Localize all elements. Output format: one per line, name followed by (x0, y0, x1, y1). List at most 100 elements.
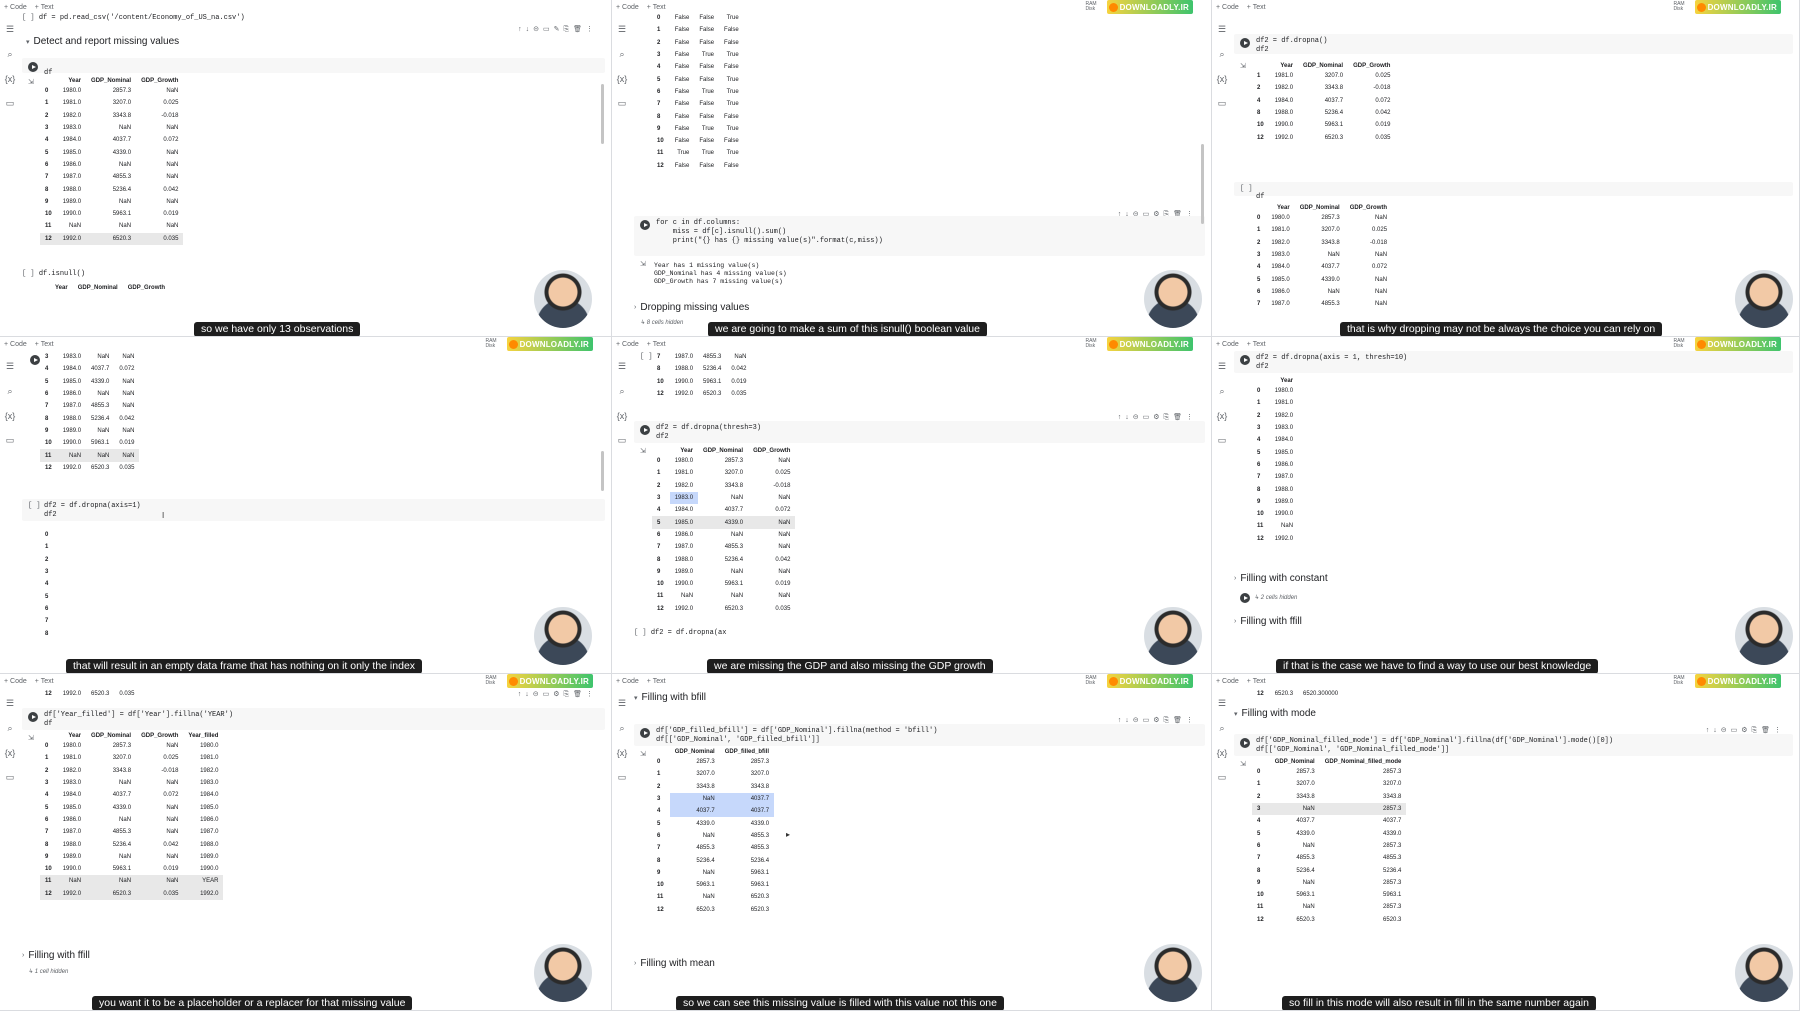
folder-icon[interactable]: ▭ (6, 435, 15, 446)
add-text-button[interactable]: + Text (647, 4, 666, 11)
run-cell-button[interactable] (1240, 355, 1250, 365)
section-header[interactable]: ▾ Filling with bfill (634, 692, 706, 703)
menu-icon[interactable]: ☰ (6, 361, 14, 372)
code-cell[interactable]: df['GDP_filled_bfill'] = df['GDP_Nominal… (634, 724, 1205, 746)
add-code-button[interactable]: + Code (4, 341, 27, 348)
add-text-button[interactable]: + Text (1247, 678, 1266, 685)
variables-icon[interactable]: {x} (5, 74, 16, 84)
code-cell[interactable]: [ ] df (1234, 182, 1793, 201)
section-header[interactable]: › Filling with ffill (22, 950, 90, 961)
run-cell-button[interactable] (28, 712, 38, 722)
code-cell[interactable]: df2 = df.dropna(thresh=3) df2 (634, 421, 1205, 443)
search-icon[interactable]: ⌕ (1219, 386, 1224, 397)
code-cell[interactable]: for c in df.columns: miss = df[c].isnull… (634, 216, 1205, 256)
isnull-cell[interactable]: [ ] df.isnull() (22, 270, 85, 279)
hidden-cells-note[interactable]: ↳ 1 cell hidden (28, 968, 68, 975)
run-cell-button[interactable] (30, 355, 40, 365)
collapse-caret-icon[interactable]: › (1234, 618, 1236, 625)
add-code-button[interactable]: + Code (1216, 4, 1239, 11)
search-icon[interactable]: ⌕ (619, 49, 624, 60)
menu-icon[interactable]: ☰ (1218, 361, 1226, 372)
add-code-button[interactable]: + Code (616, 4, 639, 11)
hidden-cells-note[interactable]: ↳ 8 cells hidden (640, 319, 683, 326)
collapse-caret-icon[interactable]: ▾ (634, 694, 638, 702)
folder-icon[interactable]: ▭ (6, 98, 15, 109)
collapse-caret-icon[interactable]: › (22, 952, 24, 959)
ram-disk-indicator[interactable]: RAM Disk (1673, 2, 1684, 12)
variables-icon[interactable]: {x} (1217, 411, 1228, 421)
ram-disk-indicator[interactable]: RAM Disk (1673, 676, 1684, 686)
ram-disk-indicator[interactable]: RAM Disk (485, 339, 496, 349)
menu-icon[interactable]: ☰ (618, 698, 626, 709)
code-cell[interactable]: df (22, 58, 605, 77)
add-text-button[interactable]: + Text (35, 4, 54, 11)
section-header[interactable]: › Filling with constant (1234, 573, 1328, 584)
code-line[interactable]: [ ] df = pd.read_csv('/content/Economy_o… (22, 14, 245, 23)
search-icon[interactable]: ⌕ (7, 723, 12, 734)
variables-icon[interactable]: {x} (5, 748, 16, 758)
folder-icon[interactable]: ▭ (1218, 772, 1227, 783)
folder-icon[interactable]: ▭ (1218, 98, 1227, 109)
cell-toolbar[interactable]: ↑↓⊝▭⚙⎘🗑⋮ (518, 690, 597, 699)
ram-disk-indicator[interactable]: RAM Disk (1085, 339, 1096, 349)
run-cell-button[interactable] (640, 425, 650, 435)
add-code-button[interactable]: + Code (4, 4, 27, 11)
search-icon[interactable]: ⌕ (1219, 49, 1224, 60)
menu-icon[interactable]: ☰ (618, 24, 626, 35)
run-cell-button[interactable] (640, 728, 650, 738)
search-icon[interactable]: ⌕ (7, 49, 12, 60)
code-cell[interactable]: df['Year_filled'] = df['Year'].fillna('Y… (22, 708, 605, 730)
folder-icon[interactable]: ▭ (618, 98, 627, 109)
code-cell[interactable]: [ ] df2 = df.dropna(axis=1) df2 (22, 499, 605, 521)
variables-icon[interactable]: {x} (1217, 748, 1228, 758)
add-text-button[interactable]: + Text (1247, 4, 1266, 11)
section-header[interactable]: › Filling with ffill (1234, 616, 1302, 627)
add-code-button[interactable]: + Code (1216, 678, 1239, 685)
collapse-caret-icon[interactable]: › (634, 960, 636, 967)
code-cell[interactable]: df2 = df.dropna() df2 (1234, 34, 1793, 54)
menu-icon[interactable]: ☰ (6, 24, 14, 35)
add-text-button[interactable]: + Text (647, 341, 666, 348)
add-code-button[interactable]: + Code (1216, 341, 1239, 348)
add-text-button[interactable]: + Text (647, 678, 666, 685)
ram-disk-indicator[interactable]: RAM Disk (1085, 676, 1096, 686)
ram-disk-indicator[interactable]: RAM Disk (485, 676, 496, 686)
section-header[interactable]: ▾ Detect and report missing values (26, 36, 179, 47)
add-text-button[interactable]: + Text (35, 341, 54, 348)
next-code-line[interactable]: [ ] df2 = df.dropna(ax (634, 629, 726, 638)
search-icon[interactable]: ⌕ (619, 723, 624, 734)
folder-icon[interactable]: ▭ (1218, 435, 1227, 446)
section-header[interactable]: › Filling with mean (634, 958, 715, 969)
section-header[interactable]: ▾ Filling with mode (1234, 708, 1316, 719)
run-cell-button[interactable] (640, 220, 650, 230)
add-code-button[interactable]: + Code (4, 678, 27, 685)
add-code-button[interactable]: + Code (616, 678, 639, 685)
variables-icon[interactable]: {x} (617, 74, 628, 84)
folder-icon[interactable]: ▭ (6, 772, 15, 783)
ram-disk-indicator[interactable]: RAM Disk (1673, 339, 1684, 349)
search-icon[interactable]: ⌕ (7, 386, 12, 397)
run-cell-button[interactable] (1240, 38, 1250, 48)
variables-icon[interactable]: {x} (617, 411, 628, 421)
search-icon[interactable]: ⌕ (1219, 723, 1224, 734)
variables-icon[interactable]: {x} (1217, 74, 1228, 84)
run-cell-button[interactable] (1240, 593, 1250, 603)
run-cell-button[interactable] (1240, 738, 1250, 748)
scrollbar[interactable] (601, 451, 604, 491)
scrollbar[interactable] (601, 84, 604, 144)
section-header[interactable]: › Dropping missing values (634, 302, 749, 313)
code-cell[interactable]: df2 = df.dropna(axis = 1, thresh=10) df2 (1234, 351, 1793, 373)
menu-icon[interactable]: ☰ (1218, 24, 1226, 35)
scrollbar[interactable] (1201, 144, 1204, 224)
hidden-cells-note[interactable]: ↳ 2 cells hidden (1254, 594, 1297, 601)
code-cell[interactable]: df['GDP_Nominal_filled_mode'] = df['GDP_… (1234, 734, 1793, 756)
folder-icon[interactable]: ▭ (618, 772, 627, 783)
collapse-caret-icon[interactable]: ▾ (1234, 710, 1238, 718)
menu-icon[interactable]: ☰ (618, 361, 626, 372)
run-cell-button[interactable] (28, 62, 38, 72)
menu-icon[interactable]: ☰ (6, 698, 14, 709)
add-code-button[interactable]: + Code (616, 341, 639, 348)
ram-disk-indicator[interactable]: RAM Disk (1085, 2, 1096, 12)
search-icon[interactable]: ⌕ (619, 386, 624, 397)
variables-icon[interactable]: {x} (5, 411, 16, 421)
